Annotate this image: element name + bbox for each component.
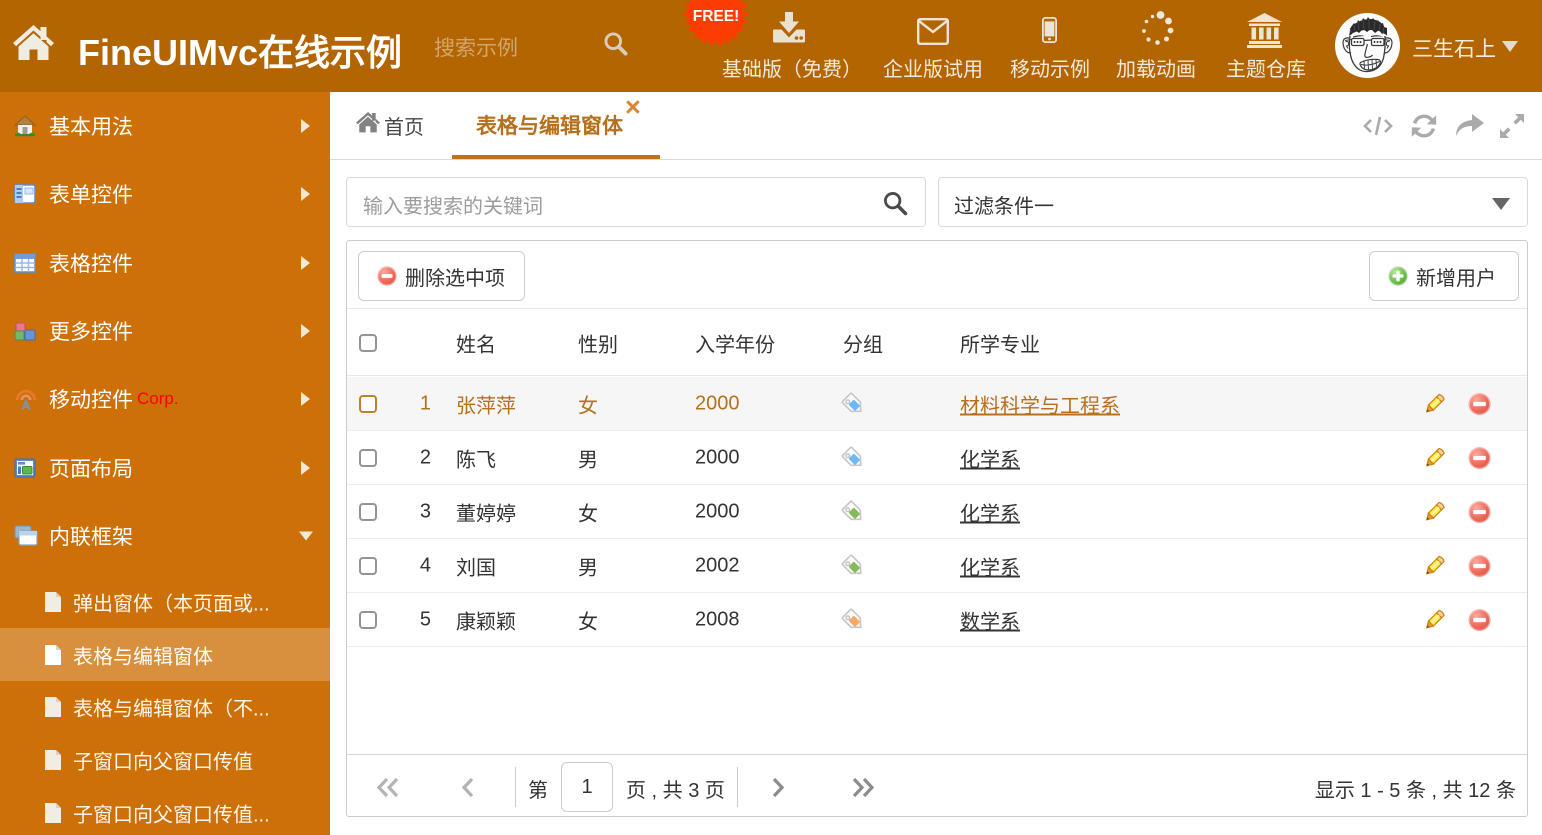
svg-text:FREE!: FREE! [693, 8, 740, 25]
